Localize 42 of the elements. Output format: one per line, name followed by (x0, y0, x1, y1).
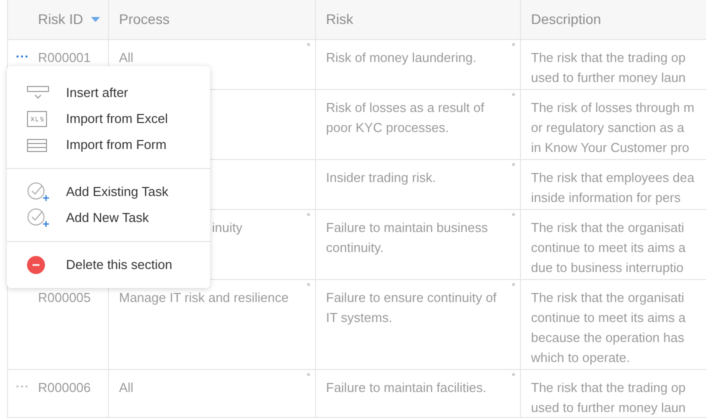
more-icon[interactable] (16, 55, 28, 58)
risk-text: Insider trading risk. (326, 169, 437, 187)
description-text: The risk that the organisati continue to meet its aims a due to business interruptio (531, 219, 687, 277)
menu-item[interactable]: Import from Excel (7, 106, 210, 132)
risk-text: Failure to maintain business continuity. (326, 219, 489, 257)
delete-icon (27, 256, 45, 274)
menu-item[interactable]: Add Existing Task (7, 179, 210, 205)
cell-marker-icon (307, 213, 310, 216)
cell-marker-icon (512, 213, 515, 216)
cell-marker-icon (512, 163, 515, 166)
description-text: The risk that employees dea inside information for pers (531, 169, 696, 207)
cell-marker-icon (512, 283, 515, 286)
cell-marker-icon (307, 373, 310, 376)
process-text: Manage IT risk and resilience (119, 289, 290, 307)
add-task-icon (27, 182, 50, 202)
cell-marker-icon (307, 283, 310, 286)
process-text: All (119, 49, 134, 67)
description-text: The risk that the organisati continue to meet its aims a because the operation has which to operate. (531, 289, 687, 367)
description-text: The risk of losses through m or regulatory sanction as a in Know Your Customer pro (531, 99, 696, 157)
risk-id: R000006 (38, 379, 91, 397)
menu-item[interactable]: Delete this section (7, 252, 210, 278)
risk-id: R000001 (38, 49, 91, 67)
description-text: The risk that the trading op used to further money laun (531, 379, 687, 417)
cell-marker-icon (307, 43, 310, 46)
cell-marker-icon (512, 43, 515, 46)
insert-row-icon (27, 86, 49, 100)
process-text: All (119, 379, 134, 397)
add-task-icon (27, 208, 50, 228)
risk-text: Risk of losses as a result of poor KYC processes. (326, 99, 486, 137)
risk-text: Risk of money laundering. (326, 49, 478, 67)
form-icon (27, 138, 47, 152)
menu-item[interactable]: Import from Form (7, 132, 210, 158)
description-text: The risk that the trading op used to further money laun (531, 49, 687, 87)
process-text: inuity (212, 219, 244, 237)
menu-item[interactable]: Add New Task (7, 205, 210, 231)
cell-marker-icon (512, 93, 515, 96)
risk-text: Failure to ensure continuity of IT systems. (326, 289, 498, 327)
risk-text: Failure to maintain facilities. (326, 379, 488, 397)
menu-item[interactable]: Insert after (7, 80, 210, 106)
risk-id: R000005 (38, 289, 91, 307)
cell-marker-icon (512, 373, 515, 376)
file-icon (27, 111, 47, 127)
